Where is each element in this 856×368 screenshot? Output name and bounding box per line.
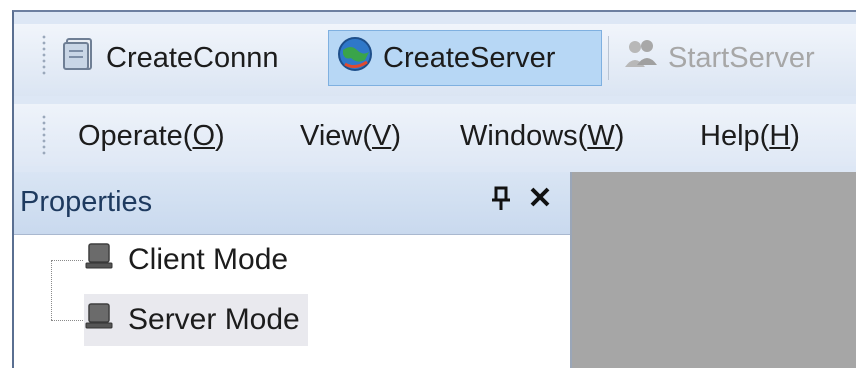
tree-item-label: Server Mode <box>128 303 300 336</box>
toolbar-separator <box>608 36 609 80</box>
menu-view[interactable]: View(V) <box>300 114 401 158</box>
properties-panel-header: Properties <box>14 172 570 235</box>
menu-help-suffix: ) <box>790 119 800 152</box>
panel-title: Properties <box>20 186 153 218</box>
users-icon <box>622 35 660 81</box>
device-icon <box>84 241 114 279</box>
pin-icon[interactable] <box>490 186 512 219</box>
close-icon[interactable] <box>528 182 552 214</box>
tree-item-label: Client Mode <box>128 243 289 276</box>
menu-operate-key: O <box>192 119 216 152</box>
menu-view-label: View( <box>300 119 372 152</box>
menu-windows-label: Windows( <box>460 119 588 152</box>
menubar-grip[interactable] <box>42 114 46 156</box>
app-window: CreateConnn CreateServer StartServer Ope… <box>12 10 856 368</box>
globe-icon <box>335 34 375 82</box>
create-server-button[interactable]: CreateServer <box>328 30 602 86</box>
document-icon <box>60 35 98 81</box>
menu-view-key: V <box>372 119 392 152</box>
tree-connector <box>51 260 83 261</box>
menu-windows[interactable]: Windows(W) <box>460 114 624 158</box>
menu-operate-suffix: ) <box>215 119 225 152</box>
toolbar-grip[interactable] <box>42 34 46 76</box>
menu-help[interactable]: Help(H) <box>700 114 800 158</box>
toolbar: CreateConnn CreateServer StartServer <box>14 24 856 96</box>
properties-panel: Properties Client Mode Server Mode <box>14 172 572 368</box>
document-area <box>572 172 856 368</box>
menu-windows-suffix: ) <box>614 119 625 152</box>
device-icon <box>84 301 114 339</box>
menu-windows-key: W <box>587 119 615 152</box>
menu-help-key: H <box>769 119 791 152</box>
start-server-button[interactable]: StartServer <box>622 30 856 86</box>
menu-bar: Operate(O) View(V) Windows(W) Help(H) <box>14 104 856 166</box>
menu-help-label: Help( <box>700 119 770 152</box>
create-server-label: CreateServer <box>383 41 556 74</box>
tree-connector <box>51 260 52 320</box>
menu-operate[interactable]: Operate(O) <box>78 114 225 158</box>
menu-view-suffix: ) <box>391 119 402 152</box>
tree-item-server-mode[interactable]: Server Mode <box>84 294 308 346</box>
tree-item-client-mode[interactable]: Client Mode <box>84 234 296 286</box>
start-server-label: StartServer <box>668 41 815 74</box>
create-connection-button[interactable]: CreateConnn <box>60 30 324 86</box>
menu-operate-label: Operate( <box>78 119 193 152</box>
tree-connector <box>51 320 83 321</box>
create-connection-label: CreateConnn <box>106 41 279 74</box>
